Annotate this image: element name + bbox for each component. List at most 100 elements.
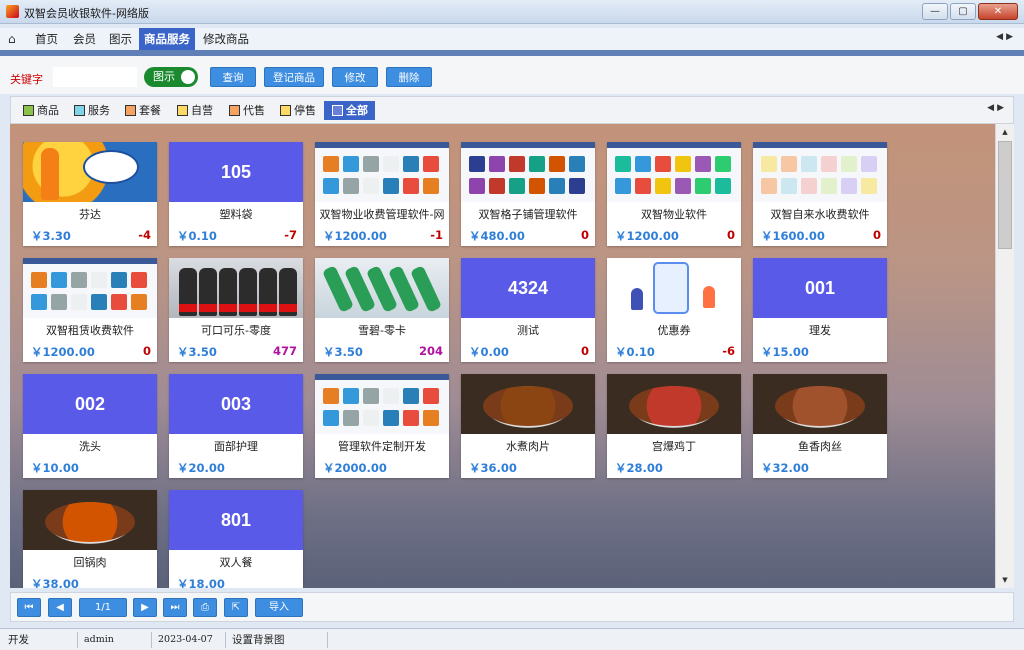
product-stock: 204 xyxy=(418,344,443,358)
product-price: ￥10.00 xyxy=(31,461,79,475)
prev-page-button[interactable]: ◀ xyxy=(48,598,72,617)
product-name: 双智物业软件 xyxy=(641,208,707,221)
product-name: 回锅肉 xyxy=(73,556,107,569)
tab-member[interactable]: 会员 xyxy=(68,28,101,50)
category-all[interactable]: 全部 xyxy=(324,101,375,120)
category-swatch xyxy=(280,105,291,116)
product-price: ￥32.00 xyxy=(761,461,809,475)
tab-edit-products[interactable]: 修改商品 xyxy=(198,28,254,50)
register-product-button[interactable]: 登记商品 xyxy=(264,67,324,87)
category-consignment[interactable]: 代售 xyxy=(229,101,265,120)
category-service[interactable]: 服务 xyxy=(74,101,110,120)
product-card[interactable]: 优惠券 ￥0.10 -6 xyxy=(607,258,741,362)
status-bar: 开发 admin 2023-04-07 设置背景图 xyxy=(0,628,1024,650)
minimize-button[interactable]: — xyxy=(922,3,948,20)
product-price: ￥3.50 xyxy=(177,345,217,359)
next-page-button[interactable]: ▶ xyxy=(133,598,157,617)
category-discontinued[interactable]: 停售 xyxy=(280,101,316,120)
scroll-down-icon[interactable]: ▼ xyxy=(996,573,1014,587)
product-price: ￥38.00 xyxy=(31,577,79,588)
vertical-scrollbar[interactable]: ▲ ▼ xyxy=(995,124,1014,588)
product-price: ￥0.00 xyxy=(469,345,509,359)
product-image xyxy=(23,490,157,550)
product-stock: 0 xyxy=(726,228,735,242)
product-image xyxy=(461,142,595,202)
product-image xyxy=(607,258,741,318)
scroll-up-icon[interactable]: ▲ xyxy=(996,125,1014,139)
product-card[interactable]: 回锅肉 ￥38.00 xyxy=(23,490,157,588)
category-swatch xyxy=(229,105,240,116)
product-name: 可口可乐-零度 xyxy=(201,324,271,337)
home-icon[interactable]: ⌂ xyxy=(8,32,16,46)
product-card[interactable]: 双智自来水收费软件 ￥1600.00 0 xyxy=(753,142,887,246)
category-package[interactable]: 套餐 xyxy=(125,101,161,120)
view-toggle[interactable]: 图示 xyxy=(144,67,198,87)
product-card[interactable]: 管理软件定制开发 ￥2000.00 xyxy=(315,374,449,478)
product-price: ￥0.10 xyxy=(177,229,217,243)
first-page-button[interactable]: ⏮ xyxy=(17,598,41,617)
product-price: ￥15.00 xyxy=(761,345,809,359)
product-card[interactable]: 双智物业收费管理软件-网 ￥1200.00 -1 xyxy=(315,142,449,246)
product-name: 芬达 xyxy=(79,208,101,221)
category-swatch xyxy=(177,105,188,116)
product-card[interactable]: 水煮肉片 ￥36.00 xyxy=(461,374,595,478)
product-image xyxy=(607,142,741,202)
category-swatch xyxy=(23,105,34,116)
product-card[interactable]: 鱼香肉丝 ￥32.00 xyxy=(753,374,887,478)
product-price: ￥480.00 xyxy=(469,229,525,243)
product-name: 双智自来水收费软件 xyxy=(770,208,870,221)
product-image xyxy=(315,142,449,202)
category-filter-bar: 商品 服务 套餐 自营 代售 停售 全部 ◀▶ xyxy=(10,96,1014,124)
product-image xyxy=(23,142,157,202)
export-icon[interactable]: ⇱ xyxy=(224,598,248,617)
product-card[interactable]: 双智格子铺管理软件 ￥480.00 0 xyxy=(461,142,595,246)
product-price: ￥36.00 xyxy=(469,461,517,475)
product-price: ￥28.00 xyxy=(615,461,663,475)
window-title: 双智会员收银软件-网络版 xyxy=(24,7,149,20)
product-name: 管理软件定制开发 xyxy=(338,440,426,453)
product-stock: 0 xyxy=(872,228,881,242)
product-name: 洗头 xyxy=(79,440,101,453)
product-price: ￥18.00 xyxy=(177,577,225,588)
tab-chart[interactable]: 图示 xyxy=(104,28,137,50)
category-self-operated[interactable]: 自营 xyxy=(177,101,213,120)
maximize-button[interactable]: ▢ xyxy=(950,3,976,20)
product-name: 双智租赁收费软件 xyxy=(46,324,134,337)
category-scroll-arrows-icon[interactable]: ◀▶ xyxy=(987,103,1007,113)
category-goods[interactable]: 商品 xyxy=(23,101,59,120)
keyword-input[interactable] xyxy=(53,67,137,87)
category-swatch xyxy=(332,105,343,116)
status-user: admin xyxy=(80,632,152,648)
import-button[interactable]: 导入 xyxy=(255,598,303,617)
product-card[interactable]: 双智租赁收费软件 ￥1200.00 0 xyxy=(23,258,157,362)
product-card[interactable]: 801 双人餐 ￥18.00 xyxy=(169,490,303,588)
query-button[interactable]: 查询 xyxy=(210,67,256,87)
print-icon[interactable]: ⎙ xyxy=(193,598,217,617)
tab-home[interactable]: 首页 xyxy=(30,28,63,50)
product-code-tile: 801 xyxy=(169,490,303,550)
product-card[interactable]: 可口可乐-零度 ￥3.50 477 xyxy=(169,258,303,362)
edit-button[interactable]: 修改 xyxy=(332,67,378,87)
close-button[interactable]: ✕ xyxy=(978,3,1018,20)
tab-products-services[interactable]: 商品服务 xyxy=(139,28,195,50)
product-name: 塑料袋 xyxy=(219,208,253,221)
product-image xyxy=(461,374,595,434)
product-image xyxy=(753,374,887,434)
product-price: ￥1200.00 xyxy=(323,229,387,243)
product-card[interactable]: 双智物业软件 ￥1200.00 0 xyxy=(607,142,741,246)
delete-button[interactable]: 删除 xyxy=(386,67,432,87)
product-card[interactable]: 4324 测试 ￥0.00 0 xyxy=(461,258,595,362)
product-card[interactable]: 003 面部护理 ￥20.00 xyxy=(169,374,303,478)
product-card[interactable]: 雪碧-零卡 ￥3.50 204 xyxy=(315,258,449,362)
product-code-tile: 4324 xyxy=(461,258,595,318)
product-image xyxy=(315,374,449,434)
product-card[interactable]: 宫爆鸡丁 ￥28.00 xyxy=(607,374,741,478)
scrollbar-thumb[interactable] xyxy=(998,141,1012,249)
product-card[interactable]: 芬达 ￥3.30 -4 xyxy=(23,142,157,246)
set-background-link[interactable]: 设置背景图 xyxy=(228,632,328,648)
menu-scroll-arrows-icon[interactable]: ◀▶ xyxy=(996,32,1016,42)
product-card[interactable]: 105 塑料袋 ￥0.10 -7 xyxy=(169,142,303,246)
product-card[interactable]: 002 洗头 ￥10.00 xyxy=(23,374,157,478)
last-page-button[interactable]: ⏭ xyxy=(163,598,187,617)
product-card[interactable]: 001 理发 ￥15.00 xyxy=(753,258,887,362)
